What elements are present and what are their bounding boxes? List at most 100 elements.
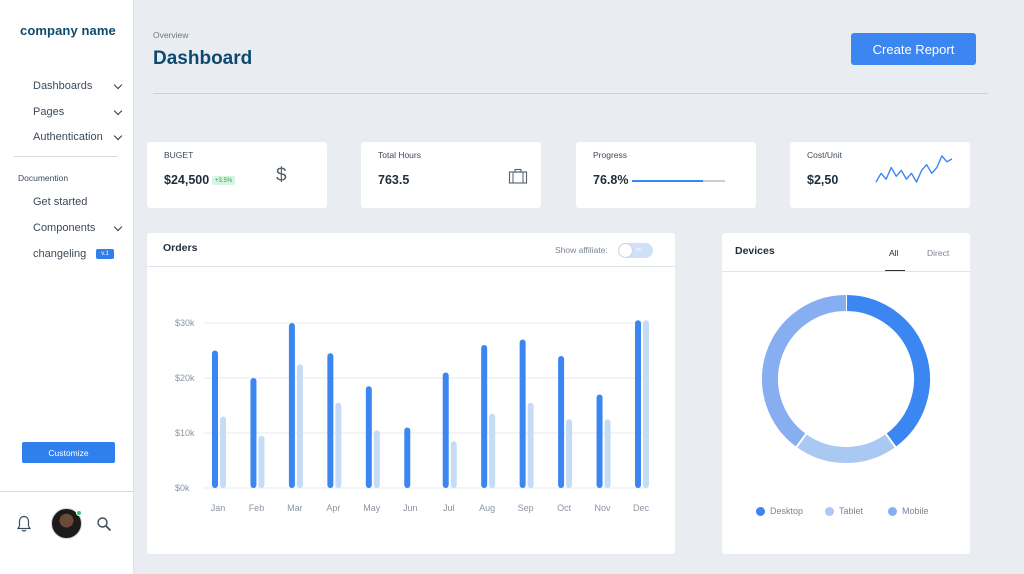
cost-label: Cost/Unit	[807, 150, 842, 160]
x-tick-label: Jan	[211, 503, 226, 513]
bar-oct-series-2[interactable]	[566, 419, 573, 488]
bar-jul-series-2[interactable]	[450, 441, 457, 488]
x-tick-label: Jun	[403, 503, 418, 513]
bell-icon[interactable]	[16, 515, 32, 533]
brand-name[interactable]: company name	[20, 23, 116, 38]
y-tick-label: $0k	[175, 483, 190, 493]
sidebar-item-authentication[interactable]: Authentication	[33, 131, 123, 143]
dollar-icon: $	[276, 165, 287, 186]
x-tick-label: Mar	[287, 503, 303, 513]
create-report-button[interactable]: Create Report	[851, 33, 976, 65]
chevron-down-icon	[113, 106, 123, 115]
bar-aug-series-2[interactable]	[489, 413, 496, 488]
legend-dot-tablet	[825, 506, 834, 516]
legend-dot-desktop	[756, 506, 765, 516]
bar-apr-series-1[interactable]	[327, 353, 334, 488]
donut-slice-desktop[interactable]	[845, 295, 930, 447]
tab-all[interactable]: All	[889, 248, 898, 258]
bar-aug-series-1[interactable]	[481, 345, 488, 488]
hours-label: Total Hours	[378, 150, 421, 160]
sidebar-item-dashboards[interactable]: Dashboards	[33, 80, 123, 92]
legend-mobile: Mobile	[888, 506, 929, 516]
progress-bar-fill	[632, 180, 704, 182]
cost-sparkline	[875, 155, 953, 183]
page-title: Dashboard	[153, 48, 253, 69]
bar-mar-series-2[interactable]	[296, 364, 303, 488]
progress-value: 76.8%	[593, 173, 629, 187]
y-tick-label: $10k	[175, 428, 195, 438]
x-tick-label: Jul	[443, 503, 455, 513]
breadcrumb[interactable]: Overview	[153, 30, 188, 40]
total-hours-card: Total Hours 763.5	[361, 142, 541, 208]
orders-bar-chart: $0k $10k $20k $30k Jan Feb Mar Apr May Jun Jul Aug S…	[175, 318, 649, 513]
progress-card: Progress 76.8%	[576, 142, 756, 208]
devices-title: Devices	[735, 245, 775, 257]
legend-tablet: Tablet	[825, 506, 863, 516]
bar-jul-series-1[interactable]	[442, 372, 449, 489]
bar-jun-series-1[interactable]	[404, 427, 411, 489]
donut-slice-mobile[interactable]	[762, 295, 847, 447]
sidebar-item-pages[interactable]: Pages	[33, 106, 123, 118]
online-status-dot	[76, 510, 82, 516]
legend-label: Desktop	[770, 506, 804, 516]
chevron-down-icon	[113, 131, 123, 140]
search-icon[interactable]	[96, 516, 112, 532]
sidebar-item-label: Authentication	[33, 131, 103, 143]
sidebar-item-components[interactable]: Components	[33, 222, 123, 234]
budget-delta-badge: +3.5%	[212, 176, 236, 185]
toggle-text: on	[636, 247, 642, 253]
sidebar-divider	[14, 156, 118, 157]
bar-feb-series-2[interactable]	[258, 435, 265, 488]
devices-divider	[722, 271, 970, 272]
bar-jan-series-1[interactable]	[212, 350, 218, 489]
bar-apr-series-2[interactable]	[335, 402, 342, 488]
bar-mar-series-1[interactable]	[288, 323, 295, 488]
bar-dec-series-2[interactable]	[643, 320, 649, 488]
sidebar-item-get-started[interactable]: Get started	[33, 196, 123, 208]
y-tick-label: $30k	[175, 318, 195, 328]
show-affiliate-label: Show affiliate:	[555, 245, 608, 255]
bar-nov-series-1[interactable]	[596, 394, 603, 489]
bar-feb-series-1[interactable]	[250, 378, 257, 488]
orders-card: Orders Show affiliate: on $0k $10k $20k $30…	[147, 233, 675, 554]
devices-donut-chart	[762, 294, 930, 463]
sidebar-item-label: Components	[33, 222, 96, 234]
cost-value: $2,50	[807, 173, 839, 187]
bar-jan-series-2[interactable]	[220, 416, 226, 489]
bar-dec-series-1[interactable]	[635, 320, 641, 488]
sidebar-item-label: Get started	[33, 196, 88, 208]
x-tick-label: Feb	[249, 503, 265, 513]
bar-oct-series-1[interactable]	[558, 356, 565, 488]
x-tick-label: Apr	[326, 503, 340, 513]
sidebar-item-changeling[interactable]: changeling v.1	[33, 248, 123, 260]
version-badge: v.1	[96, 249, 114, 259]
bar-may-series-1[interactable]	[365, 386, 372, 488]
hours-value: 763.5	[378, 173, 410, 187]
x-tick-label: Oct	[557, 503, 572, 513]
donut-slice-tablet[interactable]	[796, 433, 896, 463]
show-affiliate-toggle[interactable]: on	[618, 243, 653, 258]
sidebar: company name Dashboards Pages Authentica…	[0, 0, 134, 574]
sidebar-item-label: changeling	[33, 248, 87, 260]
progress-label: Progress	[593, 150, 628, 160]
devices-card: Devices All Direct Desktop Tablet Mobile	[722, 233, 970, 554]
toggle-knob	[619, 244, 632, 257]
bar-may-series-2[interactable]	[373, 430, 380, 488]
customize-button[interactable]: Customize	[22, 442, 115, 463]
briefcase-icon	[508, 168, 528, 184]
x-tick-label: May	[363, 503, 381, 513]
x-tick-label: Aug	[479, 503, 495, 513]
bar-sep-series-1[interactable]	[519, 339, 526, 489]
sidebar-item-label: Dashboards	[33, 80, 93, 92]
progress-bar	[632, 180, 725, 182]
tab-direct[interactable]: Direct	[927, 248, 949, 258]
header-divider	[153, 93, 988, 94]
sidebar-footer-divider	[0, 491, 134, 492]
budget-card: BUGET $24,500 +3.5% $	[147, 142, 327, 208]
bar-sep-series-2[interactable]	[527, 402, 534, 488]
orders-title: Orders	[163, 242, 198, 254]
cost-unit-card: Cost/Unit $2,50	[790, 142, 970, 208]
chevron-down-icon	[113, 222, 123, 231]
bar-nov-series-2[interactable]	[604, 419, 611, 488]
x-tick-label: Sep	[518, 503, 534, 513]
